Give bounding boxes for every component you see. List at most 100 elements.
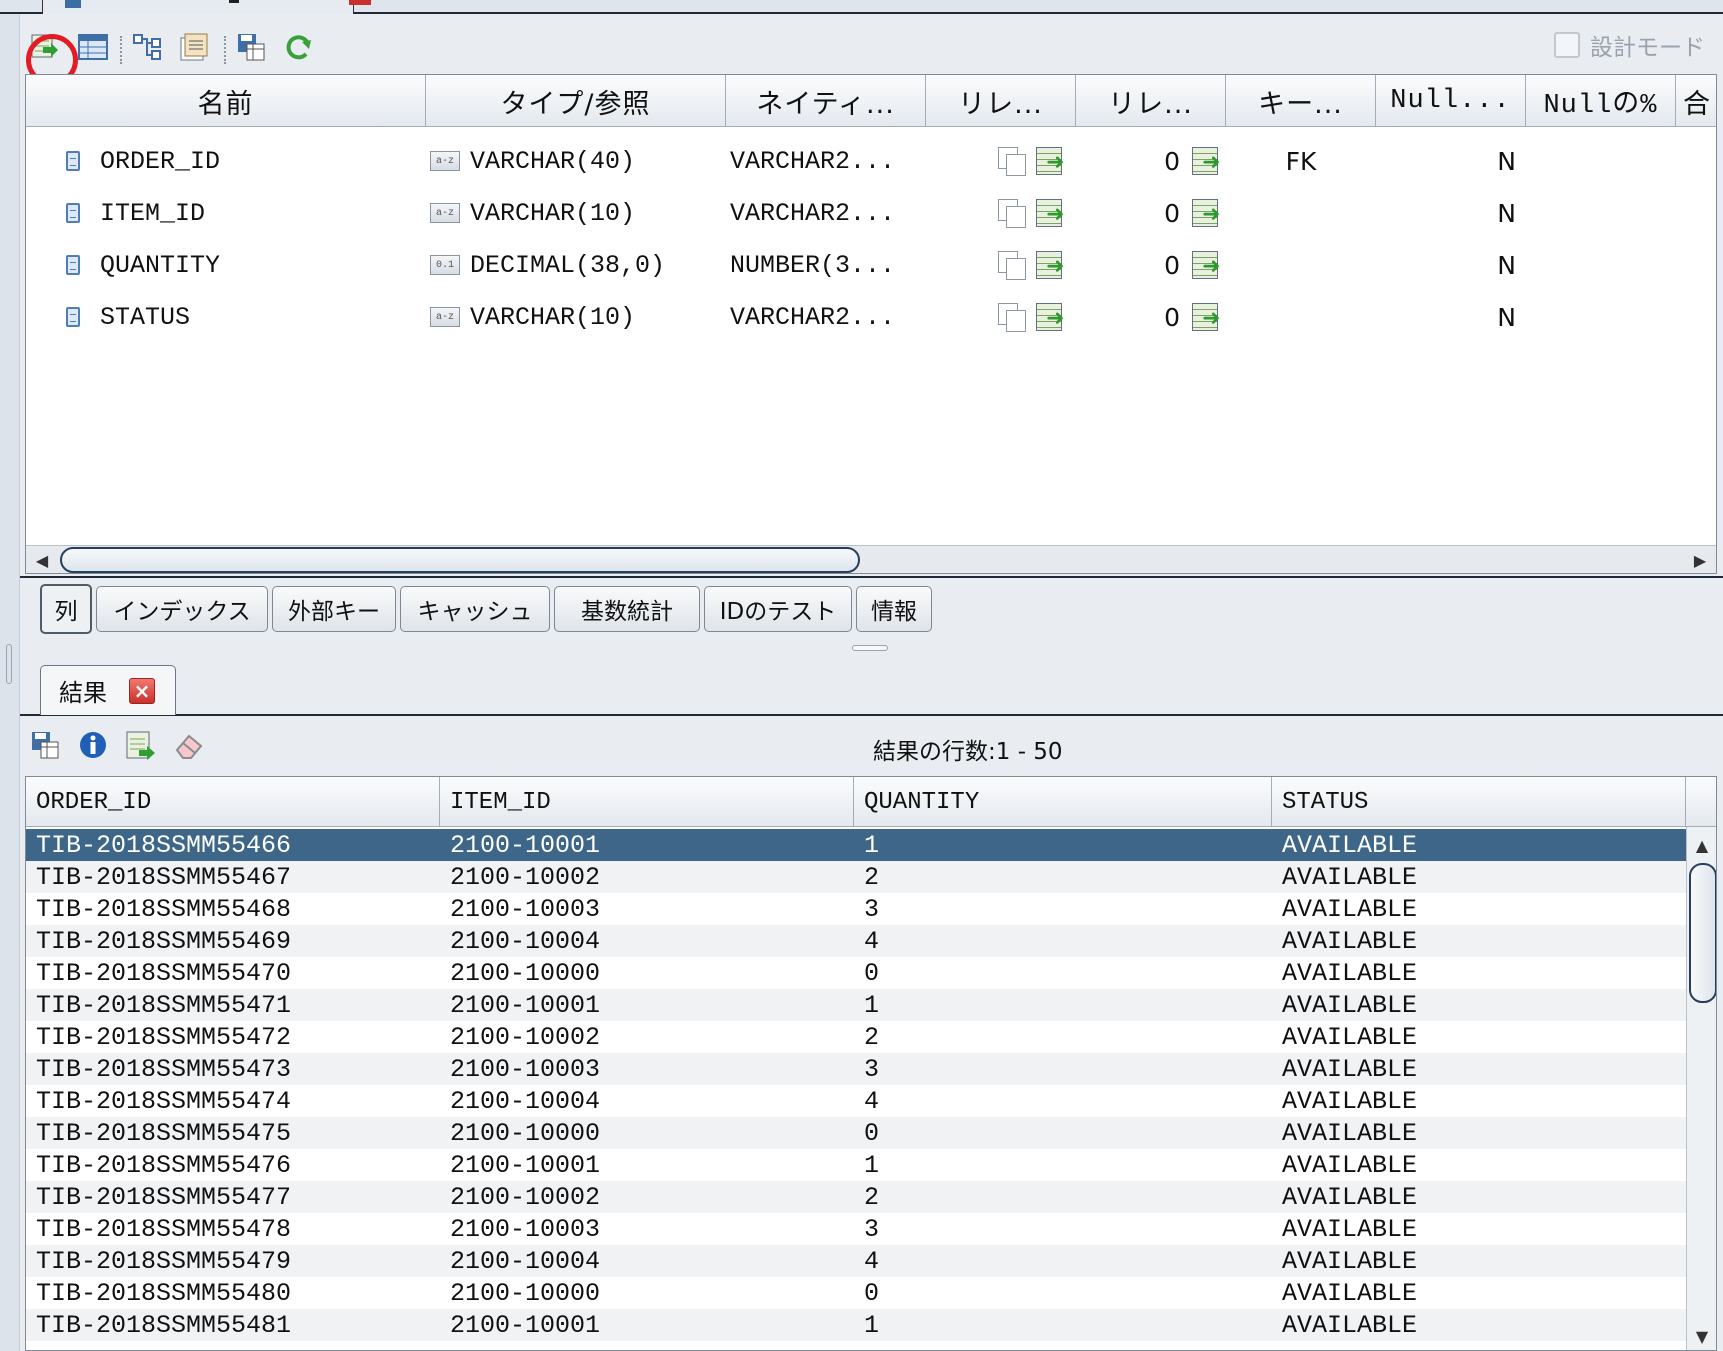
tab-results[interactable]: 結果 × xyxy=(40,665,176,715)
result-order-id[interactable]: TIB-2018SSMM55469 xyxy=(26,925,291,957)
column-row[interactable]: QUANTITY 0.1 DECIMAL(38,0) NUMBER(3... 0 N xyxy=(26,239,1716,291)
run-query-button[interactable] xyxy=(26,30,78,86)
table-row[interactable]: TIB-2018SSMM55479 2100-10004 4 AVAILABLE xyxy=(26,1245,1686,1277)
relation-cell[interactable] xyxy=(998,291,1076,343)
go-to-icon[interactable] xyxy=(1192,250,1222,280)
export-data-button[interactable] xyxy=(124,728,158,762)
result-quantity[interactable]: 1 xyxy=(854,829,879,861)
result-quantity[interactable]: 1 xyxy=(854,1149,879,1181)
result-quantity[interactable]: 4 xyxy=(854,1085,879,1117)
column-name-cell[interactable]: STATUS xyxy=(66,291,416,343)
save-button[interactable] xyxy=(234,30,268,64)
result-order-id[interactable]: TIB-2018SSMM55474 xyxy=(26,1085,291,1117)
column-type-cell[interactable]: a-z VARCHAR(10) xyxy=(430,187,726,239)
go-to-icon[interactable] xyxy=(1036,146,1066,176)
relation-cell[interactable] xyxy=(998,135,1076,187)
result-status[interactable]: AVAILABLE xyxy=(1272,829,1417,861)
result-status[interactable]: AVAILABLE xyxy=(1272,861,1417,893)
results-header-quantity[interactable]: QUANTITY xyxy=(854,777,1272,827)
vertical-scrollbar[interactable]: ▲ ▼ xyxy=(1686,827,1716,1350)
relation-count-cell[interactable]: 0 xyxy=(1076,135,1226,187)
result-item-id[interactable]: 2100-10001 xyxy=(440,1309,600,1341)
result-order-id[interactable]: TIB-2018SSMM55472 xyxy=(26,1021,291,1053)
result-status[interactable]: AVAILABLE xyxy=(1272,1085,1417,1117)
column-header-key[interactable]: キー... xyxy=(1226,75,1376,127)
result-status[interactable]: AVAILABLE xyxy=(1272,1245,1417,1277)
relations-button[interactable] xyxy=(130,30,164,64)
scroll-right-arrow[interactable]: ▶ xyxy=(1688,548,1712,572)
result-item-id[interactable]: 2100-10002 xyxy=(440,1181,600,1213)
result-quantity[interactable]: 0 xyxy=(854,957,879,989)
column-type-cell[interactable]: 0.1 DECIMAL(38,0) xyxy=(430,239,726,291)
result-item-id[interactable]: 2100-10000 xyxy=(440,1277,600,1309)
table-row[interactable]: TIB-2018SSMM55469 2100-10004 4 AVAILABLE xyxy=(26,925,1686,957)
table-row[interactable]: TIB-2018SSMM55476 2100-10001 1 AVAILABLE xyxy=(26,1149,1686,1181)
editor-tab[interactable] xyxy=(42,0,371,14)
result-quantity[interactable]: 3 xyxy=(854,893,879,925)
close-icon[interactable]: × xyxy=(129,677,155,704)
table-row[interactable]: TIB-2018SSMM55475 2100-10000 0 AVAILABLE xyxy=(26,1117,1686,1149)
result-item-id[interactable]: 2100-10000 xyxy=(440,957,600,989)
column-header-type[interactable]: タイプ/参照 xyxy=(426,75,726,127)
result-item-id[interactable]: 2100-10000 xyxy=(440,1117,600,1149)
info-button[interactable] xyxy=(76,728,110,762)
column-row[interactable]: ITEM_ID a-z VARCHAR(10) VARCHAR2... 0 N xyxy=(26,187,1716,239)
table-row[interactable]: TIB-2018SSMM55468 2100-10003 3 AVAILABLE xyxy=(26,893,1686,925)
result-quantity[interactable]: 2 xyxy=(854,1021,879,1053)
result-item-id[interactable]: 2100-10001 xyxy=(440,829,600,861)
column-name-cell[interactable]: QUANTITY xyxy=(66,239,416,291)
result-item-id[interactable]: 2100-10001 xyxy=(440,1149,600,1181)
tab-info[interactable]: 情報 xyxy=(856,586,932,632)
result-item-id[interactable]: 2100-10002 xyxy=(440,861,600,893)
panel-splitter[interactable] xyxy=(20,636,1723,660)
result-status[interactable]: AVAILABLE xyxy=(1272,957,1417,989)
result-order-id[interactable]: TIB-2018SSMM55476 xyxy=(26,1149,291,1181)
column-header-relation-2[interactable]: リレ... xyxy=(1076,75,1226,127)
relation-count-cell[interactable]: 0 xyxy=(1076,291,1226,343)
result-status[interactable]: AVAILABLE xyxy=(1272,925,1417,957)
table-row[interactable]: TIB-2018SSMM55473 2100-10003 3 AVAILABLE xyxy=(26,1053,1686,1085)
go-to-icon[interactable] xyxy=(1192,302,1222,332)
export-button[interactable] xyxy=(28,728,62,762)
tab-columns[interactable]: 列 xyxy=(40,584,92,634)
result-status[interactable]: AVAILABLE xyxy=(1272,893,1417,925)
result-status[interactable]: AVAILABLE xyxy=(1272,1309,1417,1341)
relation-count-cell[interactable]: 0 xyxy=(1076,239,1226,291)
result-item-id[interactable]: 2100-10004 xyxy=(440,1085,600,1117)
properties-button[interactable] xyxy=(178,30,212,64)
column-header-relation-1[interactable]: リレ... xyxy=(926,75,1076,127)
result-quantity[interactable]: 4 xyxy=(854,925,879,957)
result-quantity[interactable]: 2 xyxy=(854,861,879,893)
result-item-id[interactable]: 2100-10004 xyxy=(440,925,600,957)
result-order-id[interactable]: TIB-2018SSMM55471 xyxy=(26,989,291,1021)
column-header-null-percent[interactable]: Nullの% xyxy=(1526,75,1676,127)
result-order-id[interactable]: TIB-2018SSMM55477 xyxy=(26,1181,291,1213)
design-mode-checkbox[interactable] xyxy=(1554,32,1580,58)
data-grid-button[interactable] xyxy=(76,30,110,64)
scroll-up-arrow[interactable]: ▲ xyxy=(1690,833,1714,857)
column-header-total[interactable]: 合 xyxy=(1676,75,1718,127)
result-status[interactable]: AVAILABLE xyxy=(1272,1053,1417,1085)
column-header-nullable[interactable]: Null... xyxy=(1376,75,1526,127)
result-status[interactable]: AVAILABLE xyxy=(1272,989,1417,1021)
result-order-id[interactable]: TIB-2018SSMM55467 xyxy=(26,861,291,893)
go-to-icon[interactable] xyxy=(1036,250,1066,280)
relation-cell[interactable] xyxy=(998,187,1076,239)
go-to-icon[interactable] xyxy=(1192,146,1222,176)
horizontal-scrollbar[interactable]: ◀ ▶ xyxy=(26,545,1716,573)
relation-cell[interactable] xyxy=(998,239,1076,291)
result-order-id[interactable]: TIB-2018SSMM55478 xyxy=(26,1213,291,1245)
result-status[interactable]: AVAILABLE xyxy=(1272,1149,1417,1181)
result-status[interactable]: AVAILABLE xyxy=(1272,1021,1417,1053)
result-status[interactable]: AVAILABLE xyxy=(1272,1117,1417,1149)
copy-icon[interactable] xyxy=(998,199,1026,228)
result-item-id[interactable]: 2100-10003 xyxy=(440,1213,600,1245)
table-row[interactable]: TIB-2018SSMM55477 2100-10002 2 AVAILABLE xyxy=(26,1181,1686,1213)
result-quantity[interactable]: 1 xyxy=(854,1309,879,1341)
result-order-id[interactable]: TIB-2018SSMM55480 xyxy=(26,1277,291,1309)
results-header-order-id[interactable]: ORDER_ID xyxy=(26,777,440,827)
result-order-id[interactable]: TIB-2018SSMM55475 xyxy=(26,1117,291,1149)
result-order-id[interactable]: TIB-2018SSMM55479 xyxy=(26,1245,291,1277)
results-header-status[interactable]: STATUS xyxy=(1272,777,1686,827)
result-item-id[interactable]: 2100-10001 xyxy=(440,989,600,1021)
